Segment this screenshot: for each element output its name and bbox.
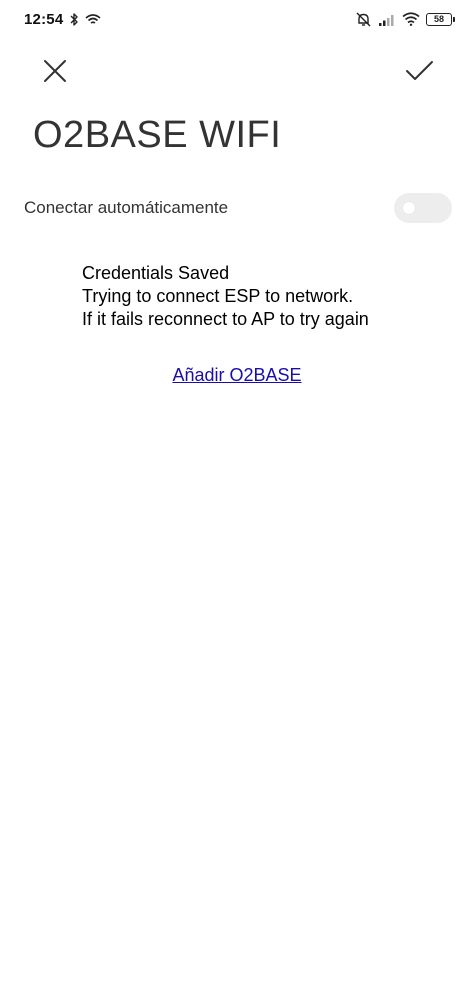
close-icon	[44, 60, 66, 82]
message-line: Trying to connect ESP to network.	[82, 286, 354, 306]
auto-connect-toggle[interactable]	[394, 193, 452, 223]
confirm-button[interactable]	[400, 54, 438, 88]
screen: 12:54 58 O2BASE WIFI Conectar automática…	[0, 0, 474, 1000]
battery-level: 58	[433, 14, 444, 24]
bluetooth-icon	[69, 12, 79, 27]
page-title: O2BASE WIFI	[33, 114, 282, 156]
action-bar	[0, 50, 474, 94]
add-device-link-container: Añadir O2BASE	[0, 365, 474, 386]
battery-icon: 58	[426, 12, 455, 26]
close-button[interactable]	[38, 54, 72, 88]
message-line: Credentials Saved	[82, 263, 230, 283]
status-bar-right: 58	[355, 11, 455, 28]
message-line: If it fails reconnect to AP to try again	[82, 309, 369, 329]
status-time: 12:54	[24, 10, 64, 28]
status-message: Credentials Saved Trying to connect ESP …	[82, 262, 442, 331]
status-bar-left: 12:54	[24, 11, 101, 28]
auto-connect-row: Conectar automáticamente	[24, 190, 452, 226]
check-icon	[406, 61, 433, 80]
status-bar: 12:54 58	[0, 0, 474, 38]
auto-connect-label: Conectar automáticamente	[24, 198, 229, 217]
wifi-icon	[402, 12, 420, 26]
signal-icon	[378, 12, 396, 26]
toggle-knob	[403, 202, 415, 214]
hotspot-icon	[85, 13, 101, 26]
notifications-off-icon	[355, 11, 372, 28]
add-o2base-link[interactable]: Añadir O2BASE	[172, 365, 301, 385]
